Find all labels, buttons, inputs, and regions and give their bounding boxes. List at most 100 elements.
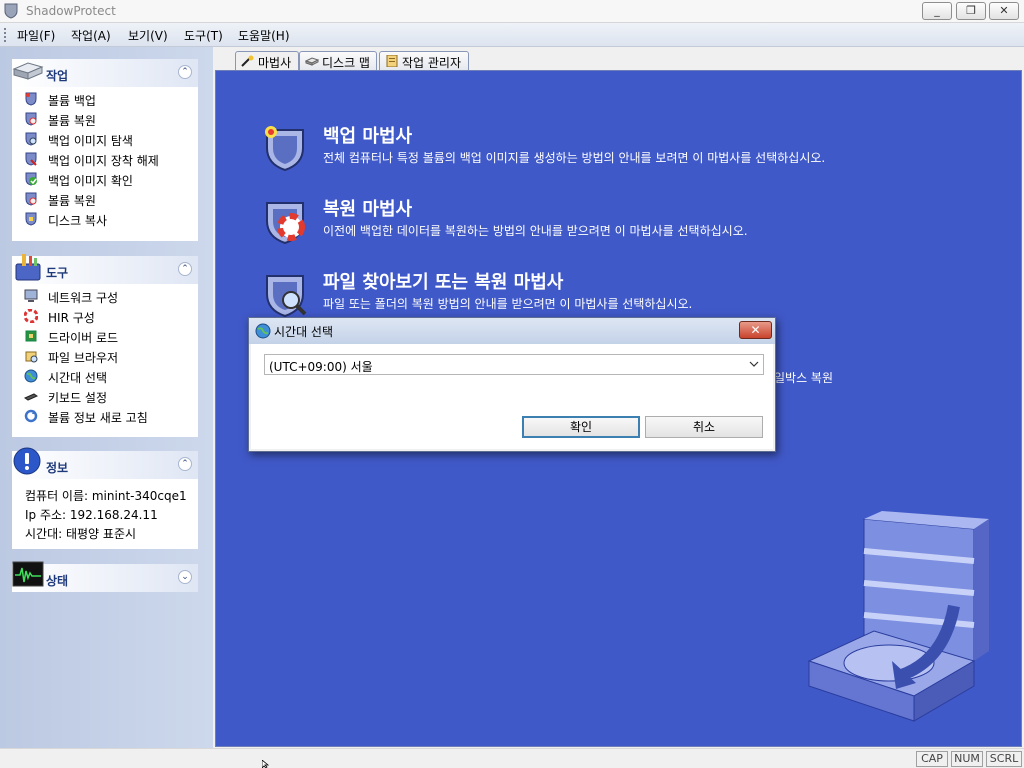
backup-wizard-desc: 전체 컴퓨터나 특정 볼륨의 백업 이미지를 생성하는 방법의 안내를 보려면 … xyxy=(323,151,826,165)
task-volume-restore[interactable]: 볼륨 복원 xyxy=(24,111,194,129)
task-verify-image[interactable]: 백업 이미지 확인 xyxy=(24,171,194,189)
timezone-info: 시간대: 태평양 표준시 xyxy=(25,527,137,541)
backup-shield-icon xyxy=(25,92,37,106)
restore-button[interactable]: ❐ xyxy=(956,2,986,20)
tool-label: 네트워크 구성 xyxy=(48,291,119,305)
task-label: 볼륨 복원 xyxy=(48,194,96,208)
restore-shield-icon xyxy=(25,112,37,126)
menu-tools[interactable]: 도구(T) xyxy=(184,27,223,44)
cancel-button[interactable]: 취소 xyxy=(645,416,763,438)
tasks-panel-header[interactable]: 작업 ⌃ xyxy=(12,59,198,87)
info-panel-header[interactable]: 정보 ⌃ xyxy=(12,447,198,479)
dialog-body: (UTC+09:00) 서울 확인 취소 xyxy=(251,344,773,449)
tool-network-config[interactable]: 네트워크 구성 xyxy=(24,288,194,306)
num-lock-indicator: NUM xyxy=(951,751,983,767)
tab-label: 디스크 맵 xyxy=(322,56,370,70)
tab-label: 마법사 xyxy=(258,56,292,70)
tool-label: 볼륨 정보 새로 고침 xyxy=(48,411,148,425)
tool-label: 키보드 설정 xyxy=(48,391,108,405)
tool-select-timezone[interactable]: 시간대 선택 xyxy=(24,368,194,386)
file-restore-wizard-icon xyxy=(266,275,307,318)
tool-label: HIR 구성 xyxy=(48,311,95,325)
dialog-title-bar[interactable]: 시간대 선택 ✕ xyxy=(249,318,775,344)
explore-image-icon xyxy=(25,132,37,146)
globe-icon xyxy=(24,369,38,383)
collapse-up-icon[interactable]: ⌃ xyxy=(178,457,192,471)
restore-wizard[interactable]: 복원 마법사 이전에 백업한 데이터를 복원하는 방법의 안내를 받으려면 이 … xyxy=(261,197,981,257)
task-label: 볼륨 백업 xyxy=(48,94,96,108)
file-restore-wizard-desc: 파일 또는 폴더의 복원 방법의 안내를 받으려면 이 마법사를 선택하십시오. xyxy=(323,297,693,311)
activity-monitor-icon xyxy=(12,561,44,587)
chevron-down-icon xyxy=(749,361,759,367)
close-window-button[interactable]: ✕ xyxy=(989,2,1019,20)
task-dismount-image[interactable]: 백업 이미지 장착 해제 xyxy=(24,151,194,169)
minimize-button[interactable]: _ xyxy=(922,2,952,20)
task-volume-backup[interactable]: 볼륨 백업 xyxy=(24,91,194,109)
verify-image-icon xyxy=(25,172,37,186)
tasks-panel: 작업 ⌃ 볼륨 백업 볼륨 복원 백업 이미지 탐색 백업 이미지 장착 해제 xyxy=(12,59,198,241)
mouse-cursor-icon xyxy=(262,760,270,768)
lifebuoy-icon xyxy=(24,309,38,323)
status-panel-header[interactable]: 상태 ⌄ xyxy=(12,561,198,592)
tool-keyboard-settings[interactable]: 키보드 설정 xyxy=(24,388,194,406)
restore-shield-icon xyxy=(25,192,37,206)
backup-wizard[interactable]: 백업 마법사 전체 컴퓨터나 특정 볼륨의 백업 이미지를 생성하는 방법의 안… xyxy=(261,124,981,184)
expand-down-icon[interactable]: ⌄ xyxy=(178,570,192,584)
tool-file-browser[interactable]: 파일 브라우저 xyxy=(24,348,194,366)
info-panel-title: 정보 xyxy=(46,461,69,475)
globe-icon xyxy=(255,323,271,339)
task-label: 백업 이미지 탐색 xyxy=(48,134,133,148)
title-bar: ShadowProtect _ ❐ ✕ xyxy=(0,0,1024,23)
tool-load-driver[interactable]: 드라이버 로드 xyxy=(24,328,194,346)
task-label: 백업 이미지 장착 해제 xyxy=(48,154,159,168)
disk-icon xyxy=(305,57,319,66)
tasks-panel-title: 작업 xyxy=(46,69,69,83)
menu-grip xyxy=(4,28,7,42)
dialog-close-button[interactable]: ✕ xyxy=(739,321,772,339)
task-manager-icon xyxy=(386,55,398,67)
tools-panel-header[interactable]: 도구 ⌃ xyxy=(12,254,198,284)
ip-address: Ip 주소: 192.168.24.11 xyxy=(25,508,158,522)
collapse-up-icon[interactable]: ⌃ xyxy=(178,262,192,276)
restore-wizard-desc: 이전에 백업한 데이터를 복원하는 방법의 안내를 받으려면 이 마법사를 선택… xyxy=(323,224,748,238)
tab-label: 작업 관리자 xyxy=(402,56,462,70)
tab-wizard[interactable]: 마법사 xyxy=(235,51,299,71)
restore-wizard-icon xyxy=(266,202,305,245)
task-label: 백업 이미지 확인 xyxy=(48,174,133,188)
disk-copy-icon xyxy=(25,212,37,226)
mailbox-restore-wizard-partial[interactable]: 일박스 복원 xyxy=(774,369,833,386)
task-label: 디스크 복사 xyxy=(48,214,108,228)
menu-view[interactable]: 보기(V) xyxy=(128,27,168,44)
task-explore-image[interactable]: 백업 이미지 탐색 xyxy=(24,131,194,149)
info-panel: 정보 ⌃ 컴퓨터 이름: minint-340cqe1 Ip 주소: 192.1… xyxy=(12,447,198,549)
timezone-selected-value: (UTC+09:00) 서울 xyxy=(269,360,373,374)
network-computer-icon xyxy=(24,289,38,302)
tool-label: 파일 브라우저 xyxy=(48,351,119,365)
driver-chip-icon xyxy=(25,330,37,342)
task-disk-copy[interactable]: 디스크 복사 xyxy=(24,211,194,229)
tools-panel-title: 도구 xyxy=(46,266,69,280)
dismount-image-icon xyxy=(25,152,37,166)
menu-help[interactable]: 도움말(H) xyxy=(238,27,290,44)
shadowprotect-logo-icon xyxy=(4,3,18,19)
status-panel: 상태 ⌄ xyxy=(12,561,198,592)
file-restore-wizard-title: 파일 찾아보기 또는 복원 마법사 xyxy=(323,272,564,293)
dialog-title: 시간대 선택 xyxy=(274,325,334,339)
task-volume-restore-2[interactable]: 볼륨 복원 xyxy=(24,191,194,209)
keyboard-icon xyxy=(24,393,38,401)
tool-hir-config[interactable]: HIR 구성 xyxy=(24,308,194,326)
menu-action[interactable]: 작업(A) xyxy=(71,27,111,44)
backup-wizard-title: 백업 마법사 xyxy=(323,126,413,147)
tools-panel: 도구 ⌃ 네트워크 구성 HIR 구성 드라이버 로드 파일 브라우저 시간대 … xyxy=(12,254,198,437)
computer-name: 컴퓨터 이름: minint-340cqe1 xyxy=(25,489,187,503)
tab-disk-map[interactable]: 디스크 맵 xyxy=(299,51,377,70)
tab-task-manager[interactable]: 작업 관리자 xyxy=(379,51,469,70)
tab-bar: 마법사 디스크 맵 작업 관리자 xyxy=(213,47,1024,71)
ok-button[interactable]: 확인 xyxy=(522,416,640,438)
collapse-up-icon[interactable]: ⌃ xyxy=(178,65,192,79)
menu-bar: 파일(F) 작업(A) 보기(V) 도구(T) 도움말(H) xyxy=(0,23,1024,47)
tool-refresh-volumes[interactable]: 볼륨 정보 새로 고침 xyxy=(24,408,194,426)
toolbox-icon xyxy=(15,254,41,281)
timezone-dropdown[interactable]: (UTC+09:00) 서울 xyxy=(264,354,764,375)
menu-file[interactable]: 파일(F) xyxy=(17,27,55,44)
